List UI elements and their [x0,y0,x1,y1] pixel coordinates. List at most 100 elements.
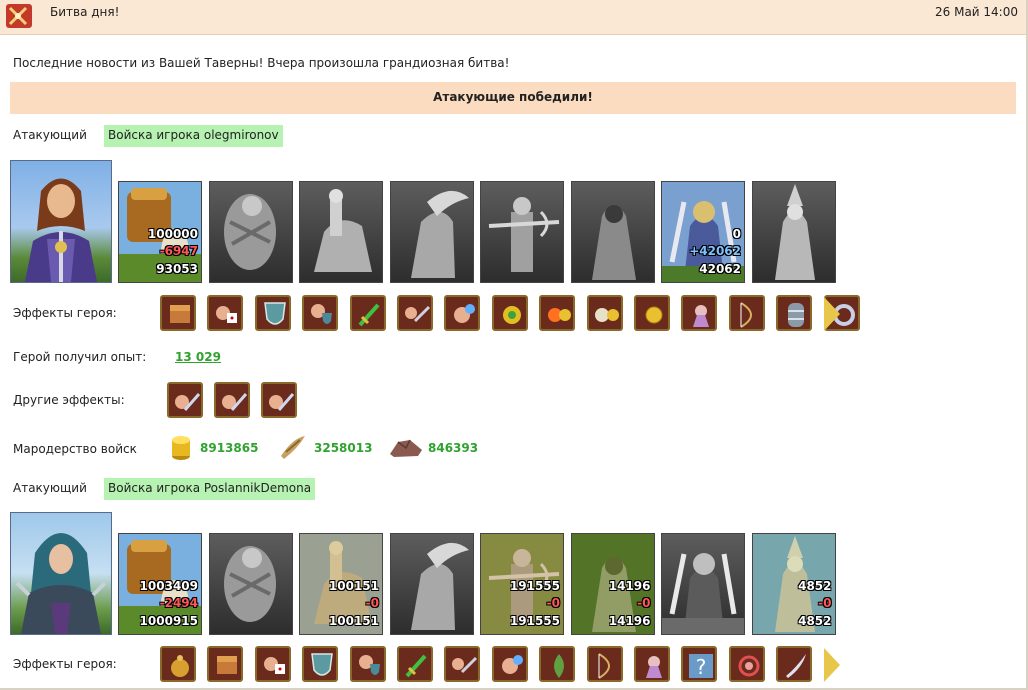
other-effects-label: Другие эффекты: [13,393,125,407]
fist-dice-icon[interactable] [207,295,244,331]
hand-shield-icon[interactable] [302,295,339,331]
priest-icon[interactable] [634,646,670,682]
unit-monk[interactable]: 14196 -0 14196 [570,533,655,635]
hero-effects-label: Эффекты героя: [13,657,117,671]
shield-icon[interactable] [302,646,339,682]
hand-sword-icon[interactable] [444,646,481,682]
unit-peasant-cart[interactable]: 100000 -6947 93053 [118,181,202,283]
attacker-label: Атакующий [13,481,87,495]
unit-count-change: -0 [546,596,560,610]
scroll-right-arrow-icon[interactable] [824,297,840,331]
other-effect-fist-sword-icon[interactable] [261,382,297,418]
sword-icon[interactable] [397,646,433,682]
loot-gold-value: 8913865 [200,441,259,455]
unit-count-change: -0 [818,596,832,610]
magic-hand-icon[interactable] [444,295,481,331]
unit-count-change: -2494 [159,596,198,610]
pegasus-icon [410,542,469,630]
unit-count-start: 191555 [509,579,560,593]
army-name-tag[interactable]: Войска игрока PoslannikDemona [104,478,316,500]
stone-golem-icon [223,194,276,270]
unit-count-start: 100000 [147,227,198,241]
hero-portrait-olegmironov[interactable] [10,160,112,283]
unit-count-change: +42062 [689,244,741,258]
unit-count-start: 1003409 [139,579,198,593]
unit-count-change: -0 [637,596,651,610]
hero-portrait-poslannikdemona[interactable] [10,512,112,635]
other-effect-fist-sword-icon[interactable] [167,382,203,418]
unit-wizard[interactable]: 4852 -0 4852 [751,533,836,635]
battle-date: 26 Май 14:00 [935,5,1018,19]
loot-ore-value: 846393 [428,441,479,455]
attacker-label: Атакующий [13,128,87,142]
unit-count-end: 42062 [699,262,741,276]
wizard-icon [774,184,815,280]
cavalry-icon [314,189,372,272]
experience-value[interactable]: 13 029 [175,350,221,364]
chest-icon[interactable] [207,646,244,682]
hero-effects-label: Эффекты героя: [13,306,117,320]
unit-stone-golem[interactable] [208,181,293,283]
loot-wood-value: 3258013 [314,441,373,455]
bow-icon[interactable] [728,295,765,331]
unit-count-start: 0 [732,227,741,241]
unit-count-change: -0 [365,596,379,610]
stone-golem-icon [223,546,276,622]
wood-icon [281,436,305,459]
magic-hand-icon[interactable] [491,646,528,682]
ore-icon [390,439,422,457]
hooded-elf-portrait-icon [15,533,107,634]
unit-count-end: 14196 [608,614,651,628]
unit-cavalry[interactable] [299,181,383,283]
unit-pegasus[interactable] [389,533,474,635]
female-knight-portrait-icon [25,178,97,282]
skull-coin-icon[interactable] [586,295,623,331]
unit-count-end: 191555 [509,614,560,628]
battle-result-banner: Атакующие победили! [10,82,1016,114]
unit-count-end: 100151 [328,614,379,628]
crossbowman-icon [488,197,560,272]
fist-dice-icon[interactable] [254,646,291,682]
shield-icon[interactable] [254,295,291,331]
unit-crossbowman[interactable]: 191555 -0 191555 [480,533,564,635]
sword-icon[interactable] [349,295,386,331]
feather-icon[interactable] [776,646,813,682]
unit-count-start: 100151 [328,579,379,593]
other-effect-fist-sword-icon[interactable] [214,382,250,418]
question-icon[interactable]: ? [681,646,718,682]
monk-icon [591,205,636,280]
unit-crossbowman[interactable] [480,181,564,283]
unit-count-change: -6947 [159,244,198,258]
loot-label: Мародерство войск [13,442,137,456]
unit-swordmaster[interactable]: 0 +42062 42062 [661,181,745,283]
hand-sword-icon[interactable] [397,295,433,331]
unit-cavalry[interactable]: 100151 -0 100151 [299,533,383,635]
unit-monk[interactable] [570,181,655,283]
coin-bag-icon[interactable] [160,646,196,682]
barrel-icon[interactable] [776,295,813,331]
herb-icon[interactable] [539,646,576,682]
swirl-icon[interactable] [728,646,765,682]
coin-icon[interactable] [634,295,670,331]
unit-stone-golem[interactable] [208,533,293,635]
crossed-swords-icon [6,4,32,28]
unit-count-start: 4852 [798,579,832,593]
army-name-tag[interactable]: Войска игрока olegmironov [104,125,283,147]
hand-shield-icon[interactable] [349,646,386,682]
experience-label: Герой получил опыт: [13,350,147,364]
priest-icon[interactable] [681,295,718,331]
gold-orb-icon[interactable] [491,295,528,331]
pegasus-icon [410,190,469,278]
scroll-right-arrow-icon[interactable] [824,648,840,682]
unit-swordmaster[interactable] [661,533,745,635]
unit-peasant-cart[interactable]: 1003409 -2494 1000915 [118,533,202,635]
unit-wizard[interactable] [751,181,836,283]
bow-icon[interactable] [586,646,623,682]
unit-count-end: 4852 [798,614,832,628]
chest-icon[interactable] [160,295,196,331]
unit-count-end: 93053 [156,262,198,276]
svg-text:?: ? [696,655,707,679]
fire-coin-icon[interactable] [539,295,576,331]
unit-pegasus[interactable] [389,181,474,283]
swordmaster-icon [662,553,744,634]
